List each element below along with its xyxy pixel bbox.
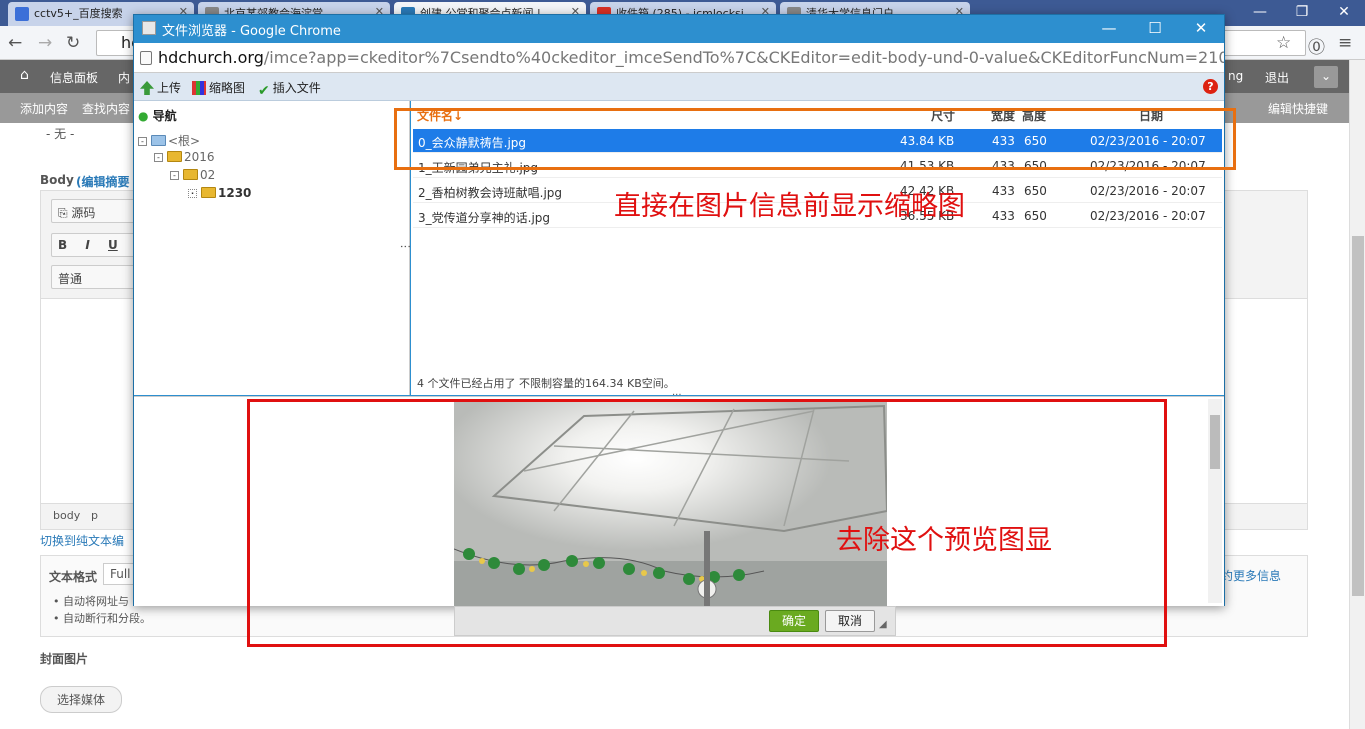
page-icon: [140, 51, 152, 65]
file-height: 650: [1024, 209, 1047, 223]
shortcut-find-content[interactable]: 查找内容: [82, 100, 130, 117]
body-label: Body: [40, 173, 74, 187]
edit-summary-link[interactable]: (编辑摘要: [76, 173, 130, 190]
folder-icon: [201, 187, 216, 198]
content-link[interactable]: 内: [118, 69, 130, 86]
upload-button[interactable]: 上传: [140, 79, 181, 96]
thumbnail-icon: [192, 81, 206, 95]
format-tip: 自动将网址与: [63, 595, 129, 608]
collapse-icon[interactable]: -: [154, 153, 163, 162]
collapse-icon[interactable]: -: [170, 171, 179, 180]
more-info-link[interactable]: 约更多信息: [1221, 567, 1281, 584]
source-icon: ⎘: [58, 206, 72, 220]
user-link[interactable]: ng: [1228, 69, 1243, 83]
format-select[interactable]: 普通: [51, 265, 141, 289]
extension-icon[interactable]: ⓪: [1308, 33, 1325, 58]
tree-node-1230[interactable]: · 1230: [188, 186, 251, 200]
upload-icon: [140, 81, 154, 95]
leaf-icon: ·: [188, 189, 197, 198]
insert-file-button[interactable]: ✔ 插入文件: [258, 79, 321, 99]
switch-plain-link[interactable]: 切换到纯文本编: [40, 532, 124, 549]
reload-icon[interactable]: ↻: [66, 33, 80, 53]
tab-label: cctv5+_百度搜索: [34, 7, 123, 20]
file-width: 433: [992, 184, 1015, 198]
italic-button[interactable]: I: [85, 238, 89, 252]
help-icon[interactable]: ?: [1203, 79, 1218, 94]
back-icon[interactable]: ←: [8, 33, 22, 53]
folder-icon: [167, 151, 182, 162]
toggle-shortcuts-icon[interactable]: ⌄: [1314, 66, 1338, 88]
none-value: - 无 -: [46, 127, 75, 141]
file-date: 02/23/2016 - 20:07: [1090, 184, 1206, 198]
file-date: 02/23/2016 - 20:07: [1090, 209, 1206, 223]
close-window-button[interactable]: ✕: [1323, 0, 1365, 24]
page-scrollbar[interactable]: [1349, 60, 1365, 729]
thumbnail-button[interactable]: 缩略图: [192, 79, 245, 96]
annotation-thumb-note: 直接在图片信息前显示缩略图: [614, 191, 965, 222]
path-body[interactable]: body: [53, 509, 80, 522]
format-tip: 自动断行和分段。: [63, 612, 151, 625]
folder-icon: [151, 135, 166, 146]
collapse-icon[interactable]: -: [138, 137, 147, 146]
popup-titlebar: 文件浏览器 - Google Chrome — ☐ ✕: [134, 15, 1224, 43]
tree-node-02[interactable]: -02: [170, 168, 215, 182]
tree-node-root[interactable]: - <根>: [138, 132, 200, 149]
path-p[interactable]: p: [91, 509, 98, 522]
popup-maximize-button[interactable]: ☐: [1132, 15, 1178, 41]
bold-button[interactable]: B: [58, 238, 67, 252]
folder-icon: [183, 169, 198, 180]
shortcut-add-content[interactable]: 添加内容: [20, 100, 68, 117]
baidu-icon: [15, 7, 29, 21]
tree-node-2016[interactable]: -2016: [154, 150, 215, 164]
url-domain: hdchurch.org: [158, 48, 264, 67]
edit-shortcuts-link[interactable]: 编辑快捷键: [1268, 100, 1328, 117]
annotation-preview-note: 去除这个预览图显: [836, 525, 1052, 556]
folder-tree: ● 导航 - <根> -2016 -02 · 1230 ⋮: [134, 101, 412, 395]
popup-title: 文件浏览器 - Google Chrome: [162, 24, 341, 39]
star-icon[interactable]: ☆: [1276, 33, 1291, 53]
url-path: /imce?app=ckeditor%7Csendto%40ckeditor_i…: [263, 48, 1224, 67]
popup-address-bar[interactable]: hdchurch.org/imce?app=ckeditor%7Csendto%…: [134, 43, 1224, 73]
file-name: 2_香柏树教会诗班献唱.jpg: [418, 186, 563, 200]
preview-scrollbar[interactable]: [1208, 399, 1222, 603]
file-width: 433: [992, 209, 1015, 223]
file-status: 4 个文件已经占用了 不限制容量的164.34 KB空间。: [417, 377, 675, 390]
popup-close-button[interactable]: ✕: [1178, 15, 1224, 41]
menu-icon[interactable]: ≡: [1338, 33, 1352, 53]
source-button[interactable]: ⎘ 源码: [51, 199, 135, 223]
file-name: 3_党传道分享神的话.jpg: [418, 211, 551, 225]
file-height: 650: [1024, 184, 1047, 198]
home-icon[interactable]: ⌂: [20, 67, 29, 83]
logout-link[interactable]: 退出: [1265, 69, 1289, 86]
source-label: 源码: [71, 206, 96, 220]
minimize-button[interactable]: —: [1239, 0, 1281, 24]
underline-button[interactable]: U: [108, 238, 118, 252]
choose-media-button[interactable]: 选择媒体: [40, 686, 123, 713]
window-controls: — ❐ ✕: [1239, 0, 1365, 24]
dashboard-link[interactable]: 信息面板: [50, 69, 98, 86]
check-icon: ✔: [258, 83, 270, 99]
format-select-value: 普通: [58, 272, 83, 286]
annotation-box-thumbnail: [394, 108, 1236, 170]
text-format-label: 文本格式: [49, 570, 98, 584]
nav-header: ● 导航: [138, 109, 177, 123]
popup-minimize-button[interactable]: —: [1086, 15, 1132, 41]
tree-icon: ●: [138, 109, 149, 123]
formatting-group: B I U: [51, 233, 141, 257]
restore-button[interactable]: ❐: [1281, 0, 1323, 24]
window-icon: [142, 21, 156, 35]
imce-toolbar: 上传 缩略图 ✔ 插入文件 ?: [134, 73, 1224, 101]
cover-image-label: 封面图片: [40, 652, 89, 666]
forward-icon[interactable]: →: [38, 33, 52, 53]
